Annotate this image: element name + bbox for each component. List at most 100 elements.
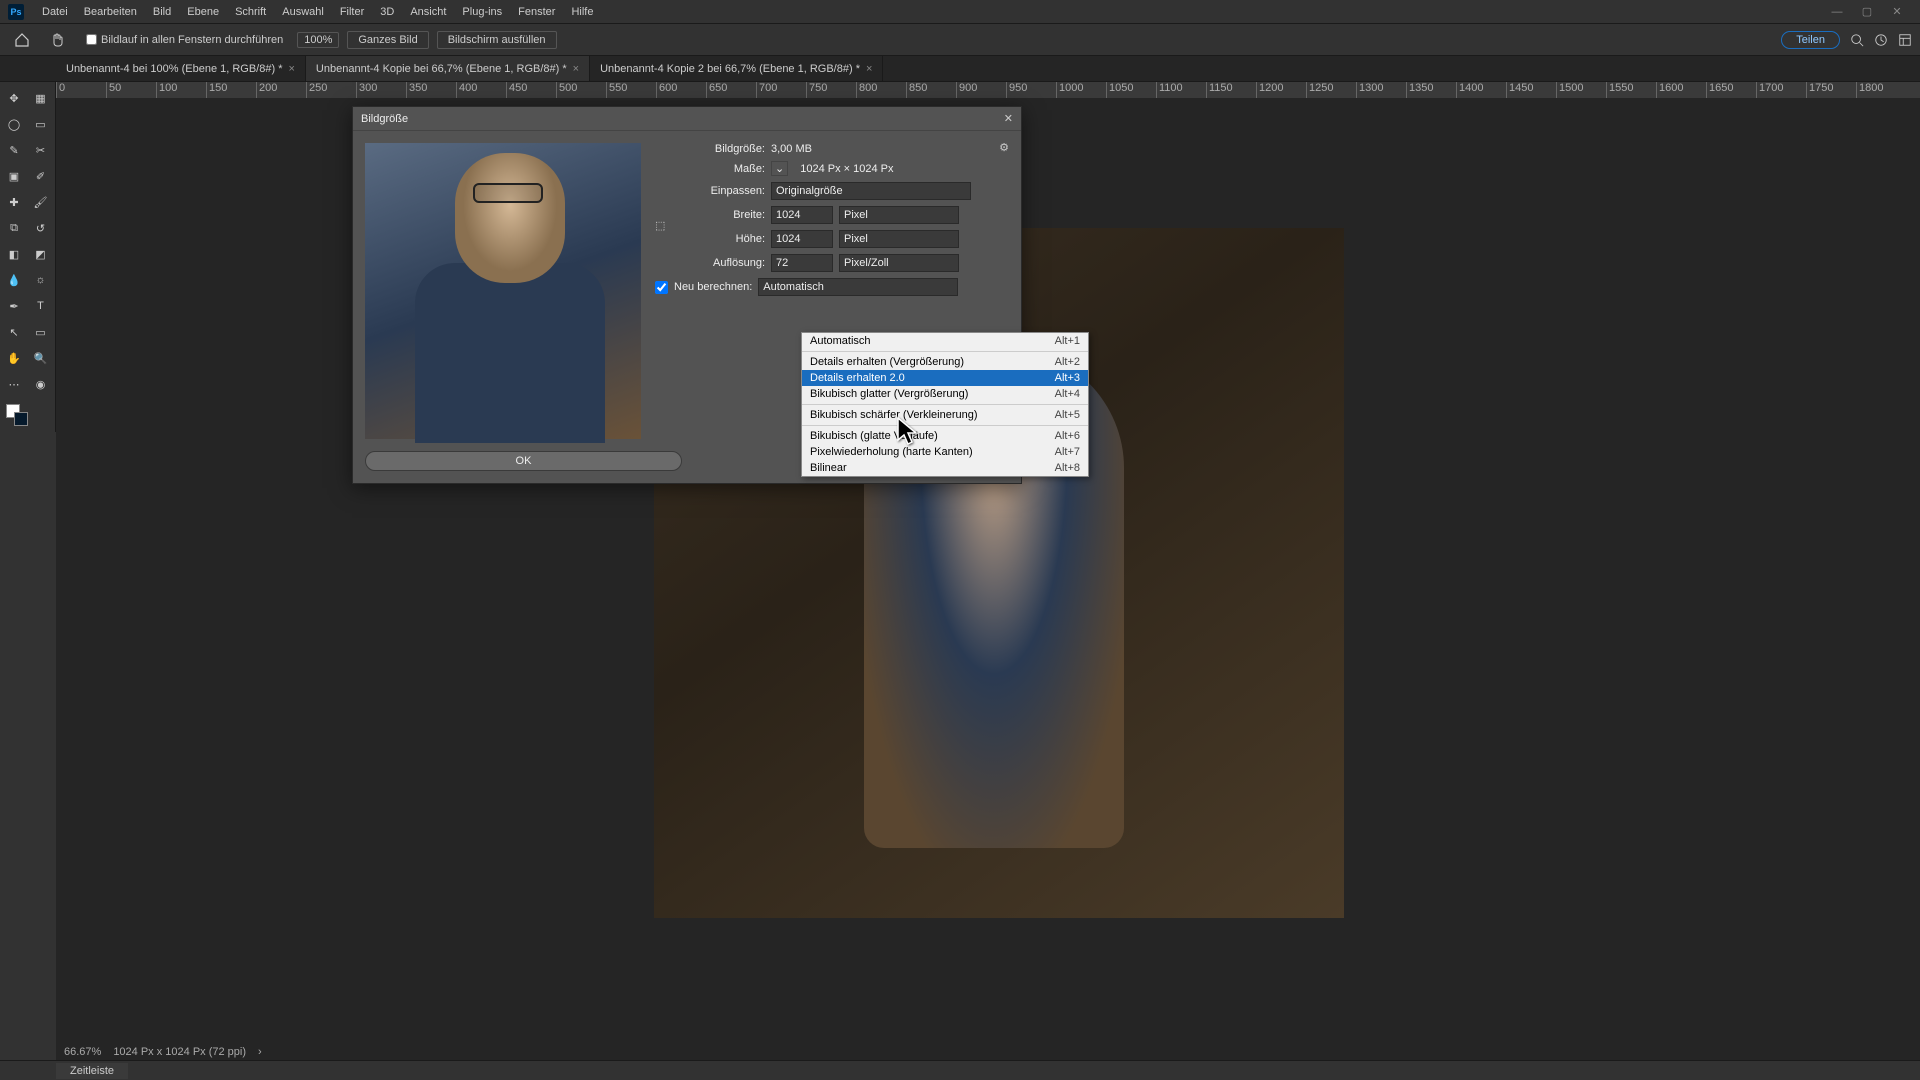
dropdown-item[interactable]: BilinearAlt+8 xyxy=(802,460,1088,476)
fit-to-select[interactable]: Originalgröße xyxy=(771,182,971,200)
constrain-link-icon[interactable]: ⬚ xyxy=(655,219,665,232)
timeline-tab[interactable]: Zeitleiste xyxy=(56,1063,128,1079)
eraser-tool-icon[interactable]: ◧ xyxy=(2,242,26,266)
ruler-tick: 1650 xyxy=(1706,82,1756,98)
menu-3d[interactable]: 3D xyxy=(372,6,402,18)
artboard-tool-icon[interactable]: ▦ xyxy=(29,86,53,110)
dropdown-item[interactable]: Bikubisch schärfer (Verkleinerung)Alt+5 xyxy=(802,407,1088,423)
close-icon[interactable]: ✕ xyxy=(1882,5,1912,18)
zoom-value[interactable]: 100% xyxy=(297,32,339,48)
dialog-close-icon[interactable]: ✕ xyxy=(1004,112,1013,125)
dropdown-item[interactable]: Details erhalten (Vergrößerung)Alt+2 xyxy=(802,354,1088,370)
dropdown-item-shortcut: Alt+2 xyxy=(1055,356,1080,368)
menu-schrift[interactable]: Schrift xyxy=(227,6,274,18)
history-icon[interactable] xyxy=(1874,33,1888,47)
menu-fenster[interactable]: Fenster xyxy=(510,6,563,18)
dropdown-item[interactable]: AutomatischAlt+1 xyxy=(802,333,1088,349)
zoom-tool-icon[interactable]: 🔍 xyxy=(29,346,53,370)
color-swatches[interactable] xyxy=(2,404,53,428)
tab-close-icon[interactable]: × xyxy=(288,63,294,75)
type-tool-icon[interactable]: T xyxy=(29,294,53,318)
shape-tool-icon[interactable]: ▭ xyxy=(29,320,53,344)
lasso-tool-icon[interactable]: ◯ xyxy=(2,112,26,136)
ruler-tick: 1800 xyxy=(1856,82,1906,98)
ok-button[interactable]: OK xyxy=(365,451,682,471)
ruler-tick: 100 xyxy=(156,82,206,98)
height-label: Höhe: xyxy=(655,233,765,245)
maximize-icon[interactable]: ▢ xyxy=(1852,5,1882,18)
status-chevron-icon[interactable]: › xyxy=(258,1046,262,1058)
edit-toolbar-icon[interactable]: ⋯ xyxy=(2,372,26,396)
tab-close-icon[interactable]: × xyxy=(573,63,579,75)
eyedropper-tool-icon[interactable]: ✐ xyxy=(29,164,53,188)
ruler-tick: 1350 xyxy=(1406,82,1456,98)
resample-checkbox[interactable] xyxy=(655,281,668,294)
ruler-tick: 1050 xyxy=(1106,82,1156,98)
dropdown-item[interactable]: Bikubisch glatter (Vergrößerung)Alt+4 xyxy=(802,386,1088,402)
hand-tool-icon[interactable] xyxy=(44,28,72,52)
menu-auswahl[interactable]: Auswahl xyxy=(274,6,332,18)
pen-tool-icon[interactable]: ✒ xyxy=(2,294,26,318)
height-unit-select[interactable]: Pixel xyxy=(839,230,959,248)
image-size-label: Bildgröße: xyxy=(655,143,765,155)
gradient-tool-icon[interactable]: ◩ xyxy=(29,242,53,266)
dropdown-item[interactable]: Bikubisch (glatte Verläufe)Alt+6 xyxy=(802,428,1088,444)
ruler-tick: 1300 xyxy=(1356,82,1406,98)
background-swatch[interactable] xyxy=(14,412,28,426)
scroll-all-windows-checkbox[interactable]: Bildlauf in allen Fenstern durchführen xyxy=(80,34,289,46)
document-tab[interactable]: Unbenannt-4 Kopie bei 66,7% (Ebene 1, RG… xyxy=(306,56,590,81)
dodge-tool-icon[interactable]: ☼ xyxy=(29,268,53,292)
clone-tool-icon[interactable]: ⧉ xyxy=(2,216,26,240)
path-select-tool-icon[interactable]: ↖ xyxy=(2,320,26,344)
dimensions-value: 1024 Px × 1024 Px xyxy=(800,163,893,175)
scroll-all-windows-label: Bildlauf in allen Fenstern durchführen xyxy=(101,34,283,46)
dialog-titlebar[interactable]: Bildgröße ✕ xyxy=(353,107,1021,131)
height-input[interactable] xyxy=(771,230,833,248)
hand-tool-icon[interactable]: ✋ xyxy=(2,346,26,370)
crop-tool-icon[interactable]: ✂ xyxy=(29,138,53,162)
dropdown-item-shortcut: Alt+4 xyxy=(1055,388,1080,400)
workspace-icon[interactable] xyxy=(1898,33,1912,47)
status-zoom[interactable]: 66.67% xyxy=(64,1046,101,1058)
tab-close-icon[interactable]: × xyxy=(866,63,872,75)
quick-mask-icon[interactable]: ◉ xyxy=(29,372,53,396)
menu-hilfe[interactable]: Hilfe xyxy=(563,6,601,18)
menu-ansicht[interactable]: Ansicht xyxy=(402,6,454,18)
resample-select[interactable]: Automatisch xyxy=(758,278,958,296)
ruler-tick: 50 xyxy=(106,82,156,98)
frame-tool-icon[interactable]: ▣ xyxy=(2,164,26,188)
healing-tool-icon[interactable]: ✚ xyxy=(2,190,26,214)
width-input[interactable] xyxy=(771,206,833,224)
move-tool-icon[interactable]: ✥ xyxy=(2,86,26,110)
dropdown-item-label: Pixelwiederholung (harte Kanten) xyxy=(810,446,1055,458)
document-tab[interactable]: Unbenannt-4 bei 100% (Ebene 1, RGB/8#) *… xyxy=(56,56,306,81)
ruler-tick: 550 xyxy=(606,82,656,98)
share-button[interactable]: Teilen xyxy=(1781,31,1840,49)
history-brush-tool-icon[interactable]: ↺ xyxy=(29,216,53,240)
marquee-tool-icon[interactable]: ▭ xyxy=(29,112,53,136)
quick-select-tool-icon[interactable]: ✎ xyxy=(2,138,26,162)
document-tab[interactable]: Unbenannt-4 Kopie 2 bei 66,7% (Ebene 1, … xyxy=(590,56,883,81)
fit-screen-button[interactable]: Ganzes Bild xyxy=(347,31,428,49)
menu-bild[interactable]: Bild xyxy=(145,6,179,18)
search-icon[interactable] xyxy=(1850,33,1864,47)
fill-screen-button[interactable]: Bildschirm ausfüllen xyxy=(437,31,557,49)
menu-ebene[interactable]: Ebene xyxy=(179,6,227,18)
width-unit-select[interactable]: Pixel xyxy=(839,206,959,224)
menu-plug-ins[interactable]: Plug-ins xyxy=(454,6,510,18)
home-icon[interactable] xyxy=(8,28,36,52)
blur-tool-icon[interactable]: 💧 xyxy=(2,268,26,292)
menu-datei[interactable]: Datei xyxy=(34,6,76,18)
gear-icon[interactable]: ⚙ xyxy=(999,141,1009,154)
dimensions-dropdown-icon[interactable]: ⌄ xyxy=(771,161,788,176)
resolution-unit-select[interactable]: Pixel/Zoll xyxy=(839,254,959,272)
dropdown-item[interactable]: Details erhalten 2.0Alt+3 xyxy=(802,370,1088,386)
minimize-icon[interactable]: — xyxy=(1822,6,1852,18)
brush-tool-icon[interactable]: 🖌 xyxy=(29,190,53,214)
menu-filter[interactable]: Filter xyxy=(332,6,372,18)
dropdown-item[interactable]: Pixelwiederholung (harte Kanten)Alt+7 xyxy=(802,444,1088,460)
resolution-input[interactable] xyxy=(771,254,833,272)
menu-bearbeiten[interactable]: Bearbeiten xyxy=(76,6,145,18)
ruler-tick: 700 xyxy=(756,82,806,98)
status-doc-info[interactable]: 1024 Px x 1024 Px (72 ppi) xyxy=(113,1046,246,1058)
